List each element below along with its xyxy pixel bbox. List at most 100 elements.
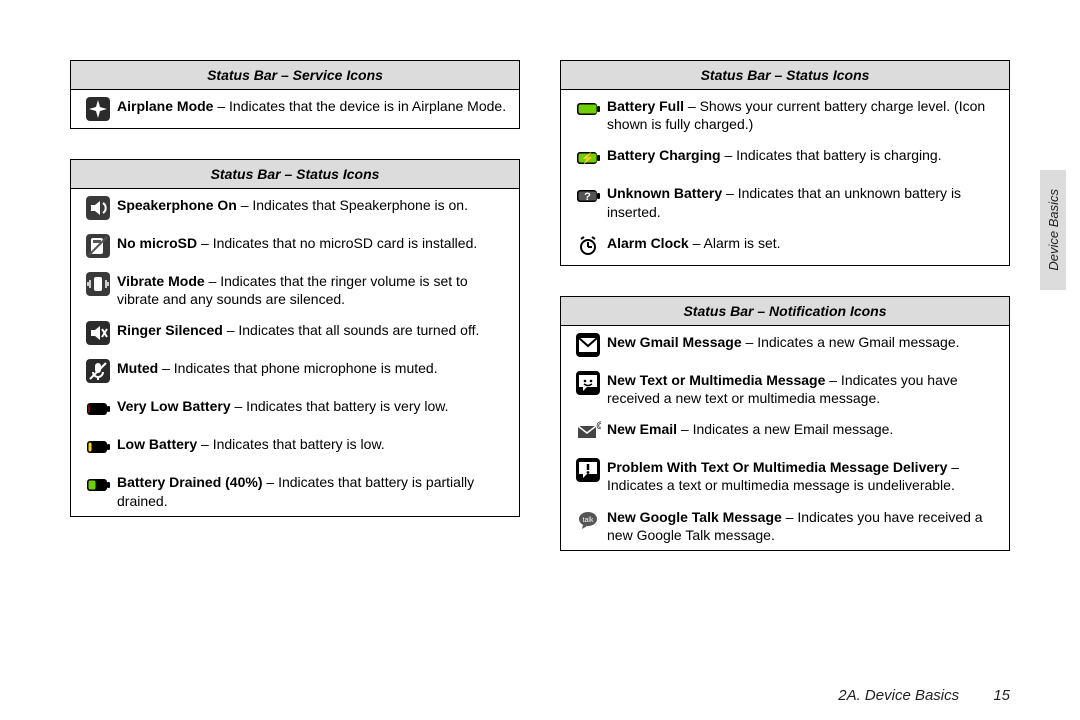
table-row: Speakerphone On – Indicates that Speaker… <box>71 189 519 227</box>
airplane-icon <box>85 96 111 122</box>
icon-description: Muted – Indicates that phone microphone … <box>117 358 511 384</box>
table-row: Airplane Mode – Indicates that the devic… <box>71 90 519 128</box>
icon-label: Ringer Silenced <box>117 322 223 338</box>
icon-label: New Google Talk Message <box>607 509 782 525</box>
icon-label: Muted <box>117 360 158 376</box>
table-row: Very Low Battery – Indicates that batter… <box>71 390 519 428</box>
talk-icon: talk <box>575 507 601 533</box>
icon-label: No microSD <box>117 235 197 251</box>
sms-icon <box>575 370 601 396</box>
table-row: New Gmail Message – Indicates a new Gmai… <box>561 326 1009 364</box>
icon-description: No microSD – Indicates that no microSD c… <box>117 233 511 259</box>
batt-unknown-icon: ? <box>575 183 601 209</box>
table-row: Alarm Clock – Alarm is set. <box>561 227 1009 265</box>
icon-label: Battery Full <box>607 98 684 114</box>
icon-desc-text: – Indicates that battery is low. <box>197 436 385 452</box>
icon-description: New Gmail Message – Indicates a new Gmai… <box>607 332 1001 358</box>
speakerphone-icon <box>85 195 111 221</box>
table-row: ⚡ Battery Charging – Indicates that batt… <box>561 139 1009 177</box>
icon-desc-text: – Indicates that all sounds are turned o… <box>223 322 480 338</box>
icon-description: Vibrate Mode – Indicates that the ringer… <box>117 271 511 308</box>
table-row: Battery Full – Shows your current batter… <box>561 90 1009 139</box>
icon-table: Status Bar – Notification Icons New Gmail… <box>560 296 1010 551</box>
table-header: Status Bar – Status Icons <box>71 160 519 189</box>
icon-label: Problem With Text Or Multimedia Message … <box>607 459 947 475</box>
right-column: Status Bar – Status Icons Battery Full –… <box>560 60 1010 581</box>
table-row: Muted – Indicates that phone microphone … <box>71 352 519 390</box>
icon-description: Battery Drained (40%) – Indicates that b… <box>117 472 511 509</box>
batt-charging-icon: ⚡ <box>575 145 601 171</box>
icon-label: Battery Charging <box>607 147 721 163</box>
page-footer: 2A. Device Basics 15 <box>838 687 1010 704</box>
icon-desc-text: – Indicates that the device is in Airpla… <box>213 98 506 114</box>
icon-description: Speakerphone On – Indicates that Speaker… <box>117 195 511 221</box>
alarm-icon <box>575 233 601 259</box>
sms-problem-icon <box>575 457 601 483</box>
icon-label: Very Low Battery <box>117 398 231 414</box>
icon-label: Unknown Battery <box>607 185 722 201</box>
footer-section: 2A. Device Basics <box>838 687 959 704</box>
icon-label: Low Battery <box>117 436 197 452</box>
svg-text:⚡: ⚡ <box>581 152 595 165</box>
manual-page: Status Bar – Service Icons Airplane Mode … <box>0 0 1080 611</box>
icon-table: Status Bar – Service Icons Airplane Mode … <box>70 60 520 129</box>
icon-desc-text: – Indicates a new Email message. <box>677 421 893 437</box>
svg-text:?: ? <box>584 191 591 203</box>
icon-desc-text: – Indicates that battery is charging. <box>721 147 942 163</box>
icon-label: New Email <box>607 421 677 437</box>
table-row: New Text or Multimedia Message – Indicat… <box>561 364 1009 413</box>
table-row: Battery Drained (40%) – Indicates that b… <box>71 466 519 515</box>
icon-desc-text: – Indicates that phone microphone is mut… <box>158 360 437 376</box>
icon-description: New Email – Indicates a new Email messag… <box>607 419 1001 445</box>
side-tab: Device Basics <box>1040 170 1066 290</box>
batt-low-icon <box>85 434 111 460</box>
icon-description: Battery Charging – Indicates that batter… <box>607 145 1001 171</box>
icon-desc-text: – Indicates a new Gmail message. <box>742 334 960 350</box>
side-tab-label: Device Basics <box>1046 189 1061 271</box>
table-header: Status Bar – Status Icons <box>561 61 1009 90</box>
icon-label: Alarm Clock <box>607 235 689 251</box>
icon-description: Low Battery – Indicates that battery is … <box>117 434 511 460</box>
table-header: Status Bar – Notification Icons <box>561 297 1009 326</box>
icon-description: New Text or Multimedia Message – Indicat… <box>607 370 1001 407</box>
muted-icon <box>85 358 111 384</box>
batt-verylow-icon <box>85 396 111 422</box>
table-row: Vibrate Mode – Indicates that the ringer… <box>71 265 519 314</box>
icon-desc-text: – Indicates that Speakerphone is on. <box>237 197 468 213</box>
gmail-icon <box>575 332 601 358</box>
icon-label: Battery Drained (40%) <box>117 474 263 490</box>
icon-label: New Text or Multimedia Message <box>607 372 825 388</box>
svg-text:@: @ <box>596 420 601 430</box>
batt-full-icon <box>575 96 601 122</box>
table-header: Status Bar – Service Icons <box>71 61 519 90</box>
no-sd-icon <box>85 233 111 259</box>
icon-description: Very Low Battery – Indicates that batter… <box>117 396 511 422</box>
icon-description: New Google Talk Message – Indicates you … <box>607 507 1001 544</box>
icon-table: Status Bar – Status Icons Battery Full –… <box>560 60 1010 266</box>
icon-desc-text: – Indicates that battery is very low. <box>231 398 449 414</box>
icon-description: Battery Full – Shows your current batter… <box>607 96 1001 133</box>
table-row: Low Battery – Indicates that battery is … <box>71 428 519 466</box>
icon-label: Speakerphone On <box>117 197 237 213</box>
batt-40-icon <box>85 472 111 498</box>
table-row: Ringer Silenced – Indicates that all sou… <box>71 314 519 352</box>
table-row: ? Unknown Battery – Indicates that an un… <box>561 177 1009 226</box>
ringer-silenced-icon <box>85 320 111 346</box>
icon-desc-text: – Alarm is set. <box>689 235 781 251</box>
svg-text:talk: talk <box>583 517 594 524</box>
left-column: Status Bar – Service Icons Airplane Mode … <box>70 60 520 581</box>
icon-description: Unknown Battery – Indicates that an unkn… <box>607 183 1001 220</box>
table-row: No microSD – Indicates that no microSD c… <box>71 227 519 265</box>
table-row: talk New Google Talk Message – Indicates … <box>561 501 1009 550</box>
icon-label: Vibrate Mode <box>117 273 209 289</box>
icon-description: Airplane Mode – Indicates that the devic… <box>117 96 511 122</box>
icon-description: Alarm Clock – Alarm is set. <box>607 233 1001 259</box>
icon-description: Ringer Silenced – Indicates that all sou… <box>117 320 511 346</box>
vibrate-icon <box>85 271 111 297</box>
email-icon: @ <box>575 419 601 445</box>
icon-description: Problem With Text Or Multimedia Message … <box>607 457 1001 494</box>
icon-desc-text: – Indicates that no microSD card is inst… <box>197 235 477 251</box>
footer-page: 15 <box>993 687 1010 704</box>
icon-label: New Gmail Message <box>607 334 742 350</box>
table-row: Problem With Text Or Multimedia Message … <box>561 451 1009 500</box>
